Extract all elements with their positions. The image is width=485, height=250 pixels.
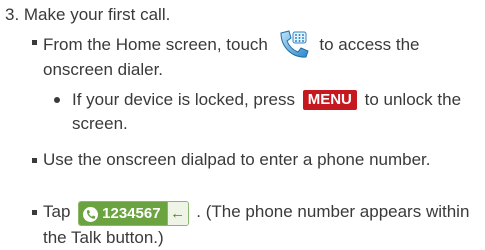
instruction-text: Tap	[43, 202, 71, 221]
round-bullet	[54, 97, 60, 103]
list-item-text: From the Home screen, touch to access th…	[43, 30, 480, 82]
phone-dialer-app-icon	[277, 30, 311, 58]
instruction-text: If your device is locked, press	[72, 90, 295, 109]
talk-button: 1234567 ←	[78, 201, 189, 226]
talk-number: 1234567	[102, 204, 161, 222]
backspace-icon: ←	[166, 202, 188, 225]
list-item: If your device is locked, press MENU to …	[48, 88, 478, 136]
instruction-text: From the Home screen, touch	[43, 35, 268, 54]
square-bullet	[32, 210, 37, 215]
handset-icon	[83, 206, 99, 222]
step-title: 3. Make your first call.	[5, 5, 171, 24]
menu-key-badge: MENU	[302, 90, 357, 110]
square-bullet	[32, 158, 37, 163]
talk-button-main: 1234567	[79, 202, 167, 225]
list-item-text: Use the onscreen dialpad to enter a phon…	[43, 150, 431, 169]
list-item: Tap 1234567 ← . (The phone number appear…	[32, 200, 480, 250]
square-bullet	[32, 40, 37, 45]
list-item-text: Tap 1234567 ← . (The phone number appear…	[43, 200, 480, 250]
list-item: Use the onscreen dialpad to enter a phon…	[32, 148, 480, 172]
list-item: From the Home screen, touch to access th…	[32, 30, 480, 82]
list-item-text: If your device is locked, press MENU to …	[72, 88, 478, 136]
